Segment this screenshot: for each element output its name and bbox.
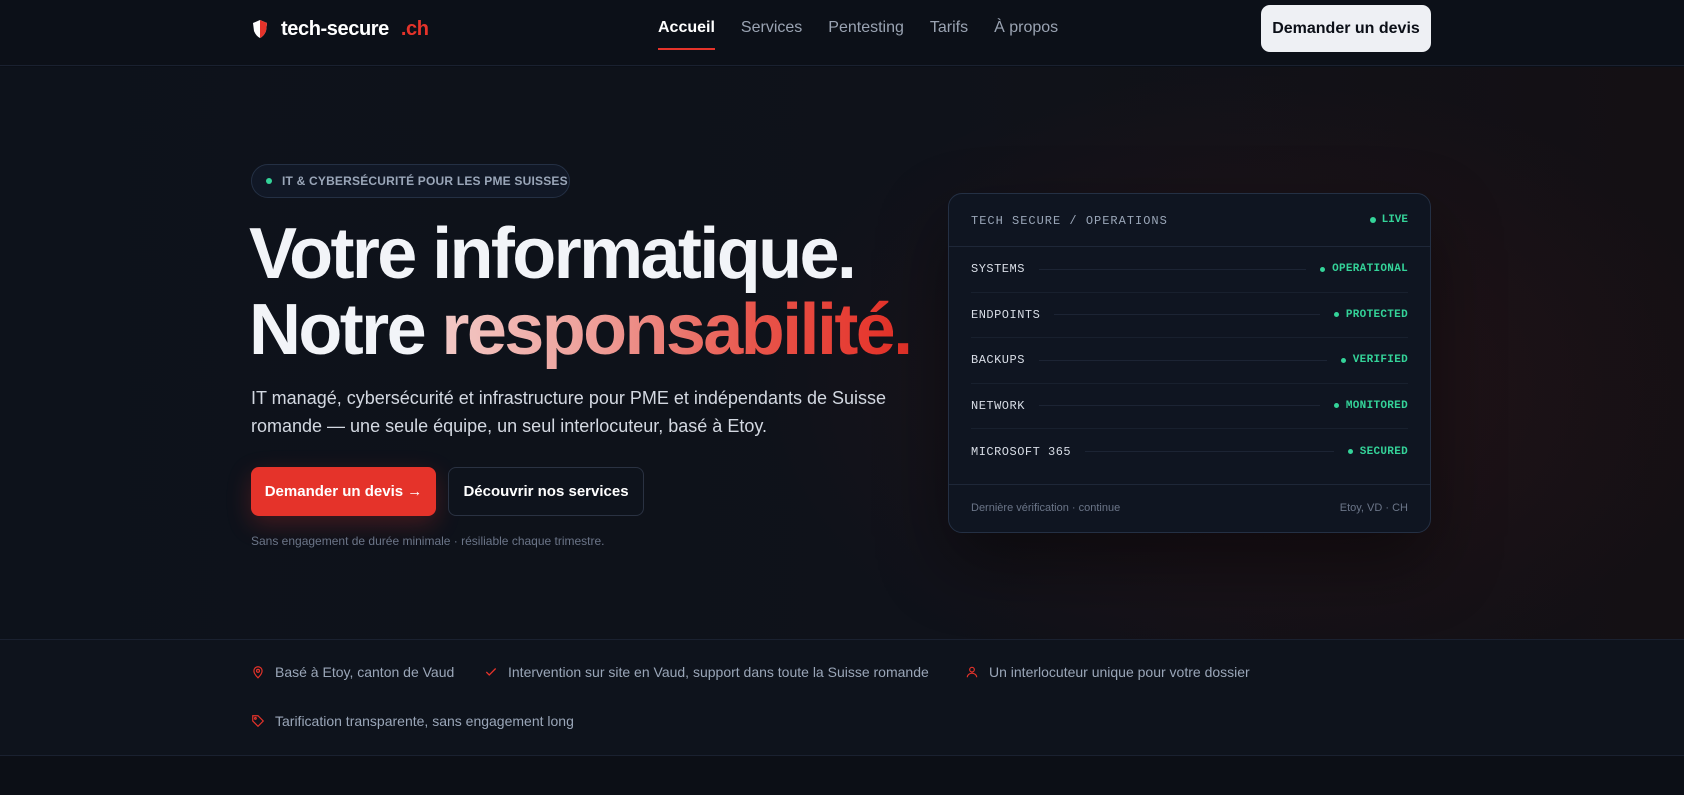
status-dot-icon [266,178,272,184]
hero-title-period: . [893,290,913,370]
status-row-divider [1038,268,1307,270]
nav-link-a-propos[interactable]: À propos [994,19,1058,50]
trust-item-label: Tarification transparente, sans engageme… [275,713,574,729]
status-row-label: SECURED [1359,445,1408,458]
nav-link-tarifs[interactable]: Tarifs [930,19,968,50]
status-row-name: BACKUPS [971,353,1025,368]
status-list: SYSTEMS OPERATIONAL ENDPOINTS PROTECTED … [949,247,1430,475]
shield-logo-icon [253,20,267,38]
trust-item-label: Basé à Etoy, canton de Vaud [275,664,455,680]
live-dot-icon [1369,217,1376,223]
hero-title-accent: responsabilité [441,290,895,370]
discover-services-button[interactable]: Découvrir nos services [448,467,644,516]
hero-title-line2: Notre responsabilité. [249,294,913,366]
status-row-value: MONITORED [1333,399,1408,412]
user-icon [966,666,978,678]
status-row-value: OPERATIONAL [1320,263,1408,275]
status-row-value: VERIFIED [1340,354,1408,367]
status-row-divider [1038,359,1327,361]
status-row: BACKUPS VERIFIED [971,338,1408,384]
panel-footer: Dernière vérification · continue Etoy, V… [949,484,1430,532]
brand-logo[interactable]: tech-secure .ch [251,17,429,41]
hero-title: Votre informatique. Notre responsabilité… [249,218,913,366]
brand-name: tech-secure [281,17,389,40]
operations-status-panel: TECH SECURE / OPERATIONS LIVE SYSTEMS OP… [948,193,1431,533]
status-row: ENDPOINTS PROTECTED [971,293,1408,338]
check-icon [485,668,497,676]
next-section-top [0,756,1684,795]
status-row-name: NETWORK [971,398,1025,413]
trust-bar: Basé à Etoy, canton de Vaud Intervention… [0,639,1684,756]
hero-title-line2-plain: Notre [249,290,442,370]
status-row-name: MICROSOFT 365 [971,444,1072,459]
status-dot-icon [1347,449,1353,455]
brand-tld: .ch [400,17,429,40]
status-row-value: SECURED [1347,445,1408,458]
last-check-text: Dernière vérification · continue [971,502,1121,514]
status-row: SYSTEMS OPERATIONAL [971,247,1408,293]
status-row-label: OPERATIONAL [1332,263,1408,276]
status-row-label: VERIFIED [1352,354,1408,367]
trust-item-label: Intervention sur site en Vaud, support d… [508,664,929,680]
status-row-divider [1038,405,1320,407]
trust-item-location: Basé à Etoy, canton de Vaud [251,664,454,680]
nav-link-services[interactable]: Services [741,19,802,50]
top-navigation: tech-secure .ch Accueil Services Pentest… [0,0,1684,66]
hero-lead: IT managé, cybersécurité et infrastructu… [251,388,887,436]
panel-header: TECH SECURE / OPERATIONS LIVE [949,194,1430,247]
live-indicator: LIVE [1369,214,1408,226]
hero-title-line1: Votre informatique. [249,214,857,294]
status-row-divider [1085,451,1334,453]
status-row-name: ENDPOINTS [971,307,1041,322]
nav-link-accueil[interactable]: Accueil [658,19,715,50]
trust-item-onsite: Intervention sur site en Vaud, support d… [484,664,929,680]
nav-link-pentesting[interactable]: Pentesting [828,19,904,50]
request-quote-button[interactable]: Demander un devis → [251,467,436,516]
live-label: LIVE [1381,214,1408,226]
status-row-label: PROTECTED [1345,308,1408,321]
tag-icon [252,715,265,728]
trust-item-label: Un interlocuteur unique pour votre dossi… [989,664,1250,680]
hero-badge: IT & CYBERSÉCURITÉ POUR LES PME SUISSES [251,164,570,198]
status-row-divider [1054,314,1320,316]
panel-title: TECH SECURE / OPERATIONS [971,214,1168,228]
trust-item-pricing: Tarification transparente, sans engageme… [251,713,574,729]
hero-fine-print: Sans engagement de durée minimale · rési… [251,534,605,548]
status-dot-icon [1320,266,1326,272]
trust-item-contact: Un interlocuteur unique pour votre dossi… [965,664,1250,680]
status-row: NETWORK MONITORED [971,384,1408,429]
location-text: Etoy, VD · CH [1339,502,1408,514]
status-row-label: MONITORED [1345,399,1408,412]
map-pin-icon [253,666,263,679]
badge-text: IT & CYBERSÉCURITÉ POUR LES PME SUISSES [282,174,568,188]
main-menu: Accueil Services Pentesting Tarifs À pro… [658,19,1084,50]
status-dot-icon [1340,357,1346,363]
header-quote-button[interactable]: Demander un devis [1261,5,1431,52]
status-dot-icon [1333,312,1339,318]
status-row-value: PROTECTED [1333,308,1408,321]
status-dot-icon [1333,403,1339,409]
status-row: MICROSOFT 365 SECURED [971,429,1408,475]
status-row-name: SYSTEMS [971,262,1025,277]
